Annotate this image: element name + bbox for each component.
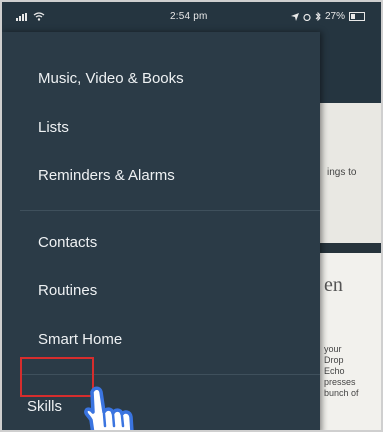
menu-item-skills[interactable]: Skills xyxy=(27,398,62,415)
status-bar: 2:54 pm 27% xyxy=(2,2,381,32)
menu-divider xyxy=(20,210,320,211)
status-left xyxy=(16,12,45,21)
background-snippet: ings to xyxy=(327,167,357,178)
hand-pointer-icon xyxy=(84,386,134,430)
battery-icon xyxy=(349,12,365,21)
status-right: 27% xyxy=(290,11,365,22)
background-heading: en xyxy=(324,274,343,296)
battery-percent: 27% xyxy=(324,11,345,22)
bluetooth-icon xyxy=(315,12,321,21)
background-line: bunch of xyxy=(324,388,359,398)
background-text-lines: your Drop Echo presses bunch of xyxy=(324,344,380,399)
status-time: 2:54 pm xyxy=(170,11,208,22)
background-line: Drop xyxy=(324,355,344,365)
cell-signal-icon xyxy=(16,12,27,21)
background-line: Echo xyxy=(324,366,345,376)
menu-item-smart-home[interactable]: Smart Home xyxy=(38,331,122,348)
menu-item-lists[interactable]: Lists xyxy=(38,119,69,136)
background-line: presses xyxy=(324,377,356,387)
menu-item-routines[interactable]: Routines xyxy=(38,282,97,299)
menu-item-contacts[interactable]: Contacts xyxy=(38,234,97,251)
alarm-icon xyxy=(303,13,311,21)
menu-item-reminders-alarms[interactable]: Reminders & Alarms xyxy=(38,167,175,184)
background-divider xyxy=(320,243,381,253)
background-line: your xyxy=(324,344,342,354)
menu-item-music-video-books[interactable]: Music, Video & Books xyxy=(38,70,184,87)
location-arrow-icon xyxy=(290,12,299,21)
app-screen: ings to en your Drop Echo presses bunch … xyxy=(0,0,383,432)
wifi-icon xyxy=(33,12,45,21)
